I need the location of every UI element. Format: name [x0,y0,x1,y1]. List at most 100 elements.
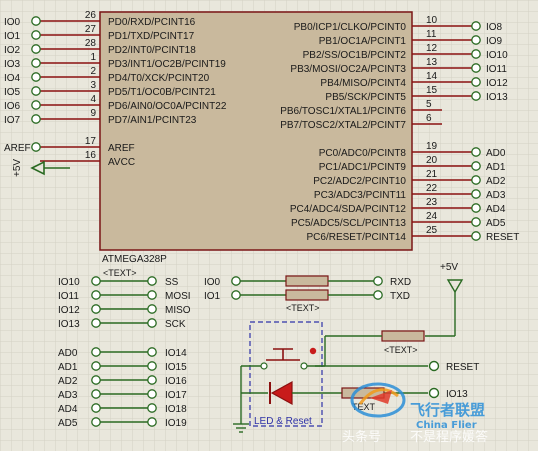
pin-function-label: PD1/TXD/PCINT17 [108,31,195,42]
map-from-label: AD2 [58,376,78,387]
map-to-terminal[interactable] [147,276,157,286]
map-to-label: SCK [165,319,186,330]
led-terminal[interactable] [428,387,440,399]
net-label-io4: IO4 [4,73,21,84]
map-to-terminal[interactable] [147,304,157,314]
map-to-terminal[interactable] [147,403,157,413]
pin-function-label: PD5/T1/OC0B/PCINT21 [108,87,216,98]
map-from-terminal[interactable] [91,361,101,371]
pin-function-label: PC5/ADC5/SCL/PCINT13 [291,218,406,229]
map-from-terminal[interactable] [91,403,101,413]
net-label-ad2: AD2 [486,176,506,187]
map-to-label: IO16 [165,376,187,387]
watermark-left: 头条号 [342,429,381,445]
pin-function-label: PB6/TOSC1/XTAL1/PCINT6 [280,106,406,117]
map-to-terminal[interactable] [147,389,157,399]
watermark-brand-en: China Flier [416,420,477,431]
map-to-terminal[interactable] [373,276,383,286]
map-to-label: SS [165,277,179,288]
pin-number: 4 [90,94,96,105]
pin-number: 20 [426,155,438,166]
map-from-terminal[interactable] [91,276,101,286]
pin-function-label: AVCC [108,157,135,168]
map-from-terminal[interactable] [231,290,241,300]
net-terminal [471,91,481,101]
map-from-terminal[interactable] [91,290,101,300]
net-terminal [471,203,481,213]
pin-number: 24 [426,211,438,222]
net-terminal [31,142,41,152]
map-from-label: IO13 [58,319,80,330]
pin-function-label: PC6/RESET/PCINT14 [307,232,407,243]
map-from-terminal[interactable] [231,276,241,286]
map-to-label: IO14 [165,348,187,359]
pin-number: 21 [426,169,438,180]
map-from-terminal[interactable] [91,375,101,385]
supply-label: +5V [440,262,458,273]
net-label-ad4: AD4 [486,204,506,215]
map-to-terminal[interactable] [147,361,157,371]
map-to-label: IO19 [165,418,187,429]
map-from-terminal[interactable] [91,417,101,427]
net-terminal [31,72,41,82]
pin-function-label: AREF [108,143,135,154]
pin-function-label: PB5/SCK/PCINT5 [325,92,406,103]
net-label-io7: IO7 [4,115,21,126]
pin-number: 17 [85,136,97,147]
map-to-label: MISO [165,305,191,316]
net-label-io3: IO3 [4,59,21,70]
net-label-io12: IO12 [486,78,508,89]
map-to-terminal[interactable] [147,347,157,357]
map-to-terminal[interactable] [147,375,157,385]
pin-number: 16 [85,150,97,161]
net-label-ad3: AD3 [486,190,506,201]
pullup-text-placeholder: <TEXT> [384,345,418,355]
net-label-5v: +5V [12,159,23,177]
net-label-io9: IO9 [486,36,503,47]
net-terminal [471,49,481,59]
pin-function-label: PD2/INT0/PCINT18 [108,45,196,56]
pin-number: 22 [426,183,438,194]
map-from-label: AD0 [58,348,78,359]
map-to-label: TXD [390,291,410,302]
net-label-ad0: AD0 [486,148,506,159]
pin-function-label: PC1/ADC1/PCINT9 [319,162,407,173]
pin-number: 25 [426,225,438,236]
map-to-label: IO18 [165,404,187,415]
map-from-terminal[interactable] [91,318,101,328]
schematic-canvas: ATMEGA328P <TEXT> 26PD0/RXD/PCINT16IO027… [0,0,538,451]
net-label-ad1: AD1 [486,162,506,173]
net-label-io11: IO11 [486,64,507,75]
map-to-terminal[interactable] [147,290,157,300]
reset-terminal[interactable] [428,360,440,372]
net-label-io0: IO0 [4,17,21,28]
net-terminal [471,35,481,45]
pin-function-label: PD0/RXD/PCINT16 [108,17,196,28]
map-to-terminal[interactable] [373,290,383,300]
net-label-io13: IO13 [486,92,508,103]
series-resistor[interactable] [285,275,329,287]
pin-number: 11 [426,29,437,40]
net-label-io2: IO2 [4,45,21,56]
map-from-label: IO11 [58,291,79,302]
pullup-resistor[interactable] [381,330,425,342]
pin-number: 23 [426,197,438,208]
net-label-reset: RESET [486,232,519,243]
map-from-label: AD1 [58,362,78,373]
series-resistor[interactable] [285,289,329,301]
pin-function-label: PB7/TOSC2/XTAL2/PCINT7 [280,120,406,131]
net-label-ad5: AD5 [486,218,506,229]
net-label-io8: IO8 [486,22,503,33]
map-from-terminal[interactable] [91,347,101,357]
net-terminal [471,217,481,227]
net-terminal [31,30,41,40]
net-terminal [471,189,481,199]
map-to-terminal[interactable] [147,417,157,427]
map-from-label: AD5 [58,418,78,429]
pin-number: 28 [85,38,97,49]
map-from-terminal[interactable] [91,389,101,399]
map-from-label: IO12 [58,305,80,316]
map-from-terminal[interactable] [91,304,101,314]
pin-function-label: PB3/MOSI/OC2A/PCINT3 [290,64,406,75]
map-to-terminal[interactable] [147,318,157,328]
